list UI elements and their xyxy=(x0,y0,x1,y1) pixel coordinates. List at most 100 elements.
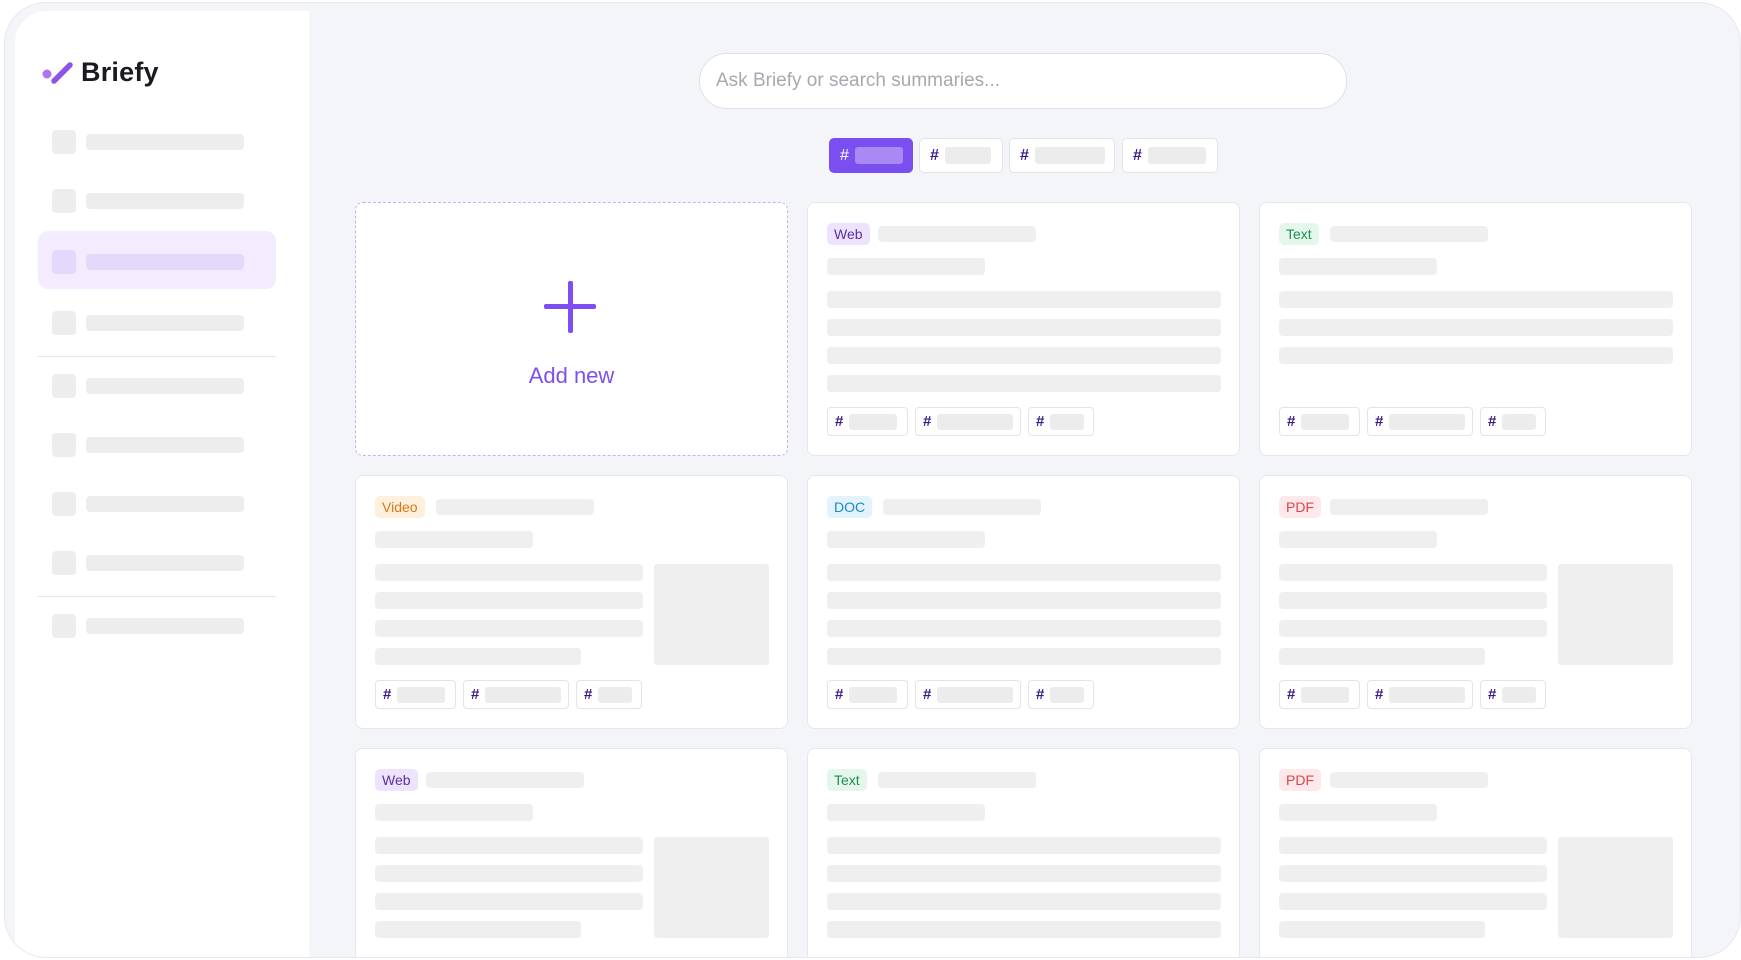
subtitle-placeholder xyxy=(1279,531,1437,548)
card-tag[interactable]: # xyxy=(1367,407,1473,436)
tag-placeholder xyxy=(849,413,898,430)
hash-icon: # xyxy=(471,686,480,703)
text-placeholder xyxy=(1279,564,1547,581)
sidebar-item-7[interactable] xyxy=(38,473,276,531)
nav-label-placeholder xyxy=(86,555,244,571)
hash-icon: # xyxy=(923,686,932,703)
nav-label-placeholder xyxy=(86,437,244,453)
tag-placeholder xyxy=(849,686,898,703)
summary-card[interactable]: Text # # # xyxy=(1259,202,1692,456)
sidebar-item-4[interactable] xyxy=(38,292,276,350)
hash-icon: # xyxy=(1375,413,1384,430)
text-placeholder xyxy=(827,620,1221,637)
search-input[interactable] xyxy=(716,54,1316,108)
sidebar-item-6[interactable] xyxy=(38,414,276,472)
sidebar: Briefy xyxy=(15,11,309,957)
subtitle-placeholder xyxy=(1279,258,1437,275)
summary-card[interactable]: PDF xyxy=(1259,748,1692,957)
text-placeholder xyxy=(827,291,1221,308)
add-new-card[interactable]: Add new xyxy=(355,202,788,456)
title-placeholder xyxy=(883,499,1041,515)
text-placeholder xyxy=(375,592,643,609)
hash-icon: # xyxy=(923,413,932,430)
card-tag[interactable]: # xyxy=(915,407,1021,436)
card-tag[interactable]: # xyxy=(1480,680,1546,709)
sidebar-item-1[interactable] xyxy=(38,111,276,169)
card-tag[interactable]: # xyxy=(1480,407,1546,436)
add-new-label: Add new xyxy=(528,363,615,388)
summary-card[interactable]: Video # # # xyxy=(355,475,788,729)
text-placeholder xyxy=(1279,347,1673,364)
text-placeholder xyxy=(827,592,1221,609)
sidebar-item-9[interactable] xyxy=(38,595,276,653)
hash-icon: # xyxy=(1287,413,1296,430)
title-placeholder xyxy=(436,499,594,515)
nav-icon xyxy=(52,433,76,457)
text-placeholder xyxy=(375,865,643,882)
nav-label-placeholder xyxy=(86,193,244,209)
nav-icon xyxy=(52,250,76,274)
text-placeholder xyxy=(827,347,1221,364)
card-tag[interactable]: # xyxy=(827,680,908,709)
type-badge: Video xyxy=(375,496,425,518)
sidebar-item-5[interactable] xyxy=(38,355,276,413)
card-tag[interactable]: # xyxy=(915,680,1021,709)
hash-icon: # xyxy=(1036,413,1045,430)
thumbnail-placeholder xyxy=(1558,837,1673,938)
tag-placeholder xyxy=(1502,413,1537,430)
summary-card[interactable]: Web xyxy=(355,748,788,957)
brand-logo[interactable]: Briefy xyxy=(41,57,159,88)
summary-card[interactable]: Web # # # xyxy=(807,202,1240,456)
card-tag[interactable]: # xyxy=(1279,407,1360,436)
filter-chip-active[interactable]: # xyxy=(829,138,913,173)
chip-label-placeholder xyxy=(854,147,903,164)
hash-icon: # xyxy=(1488,686,1497,703)
card-tag[interactable]: # xyxy=(1367,680,1473,709)
filter-chip[interactable]: # xyxy=(1122,138,1218,173)
text-placeholder xyxy=(827,837,1221,854)
summary-card[interactable]: PDF # # # xyxy=(1259,475,1692,729)
card-tag[interactable]: # xyxy=(827,407,908,436)
nav-icon xyxy=(52,492,76,516)
card-tag[interactable]: # xyxy=(1028,680,1094,709)
nav-label-placeholder xyxy=(86,496,244,512)
filter-chip[interactable]: # xyxy=(919,138,1003,173)
text-placeholder xyxy=(1279,648,1485,665)
summary-card[interactable]: DOC # # # xyxy=(807,475,1240,729)
sidebar-item-3-active[interactable] xyxy=(38,231,276,289)
subtitle-placeholder xyxy=(827,804,985,821)
text-placeholder xyxy=(1279,893,1547,910)
hash-icon: # xyxy=(1375,686,1384,703)
text-placeholder xyxy=(827,375,1221,392)
title-placeholder xyxy=(1330,772,1488,788)
card-tag[interactable]: # xyxy=(1028,407,1094,436)
subtitle-placeholder xyxy=(827,258,985,275)
card-tag[interactable]: # xyxy=(576,680,642,709)
tag-placeholder xyxy=(1301,413,1350,430)
nav-label-placeholder xyxy=(86,378,244,394)
hash-icon: # xyxy=(383,686,392,703)
text-placeholder xyxy=(827,564,1221,581)
hash-icon: # xyxy=(1020,146,1029,164)
hash-icon: # xyxy=(584,686,593,703)
text-placeholder xyxy=(1279,319,1673,336)
text-placeholder xyxy=(1279,865,1547,882)
text-placeholder xyxy=(827,648,1221,665)
type-badge: Web xyxy=(827,223,870,245)
summary-card[interactable]: Text xyxy=(807,748,1240,957)
type-badge: Web xyxy=(375,769,418,791)
card-tag[interactable]: # xyxy=(463,680,569,709)
tag-placeholder xyxy=(1502,686,1537,703)
subtitle-placeholder xyxy=(1279,804,1437,821)
chip-label-placeholder xyxy=(1034,147,1105,164)
text-placeholder xyxy=(1279,291,1673,308)
card-tag[interactable]: # xyxy=(1279,680,1360,709)
sidebar-item-8[interactable] xyxy=(38,532,276,590)
card-tag[interactable]: # xyxy=(375,680,456,709)
tag-placeholder xyxy=(1389,413,1466,430)
text-placeholder xyxy=(827,865,1221,882)
sidebar-item-2[interactable] xyxy=(38,170,276,228)
subtitle-placeholder xyxy=(375,804,533,821)
filter-chip[interactable]: # xyxy=(1009,138,1115,173)
nav-label-placeholder xyxy=(86,618,244,634)
